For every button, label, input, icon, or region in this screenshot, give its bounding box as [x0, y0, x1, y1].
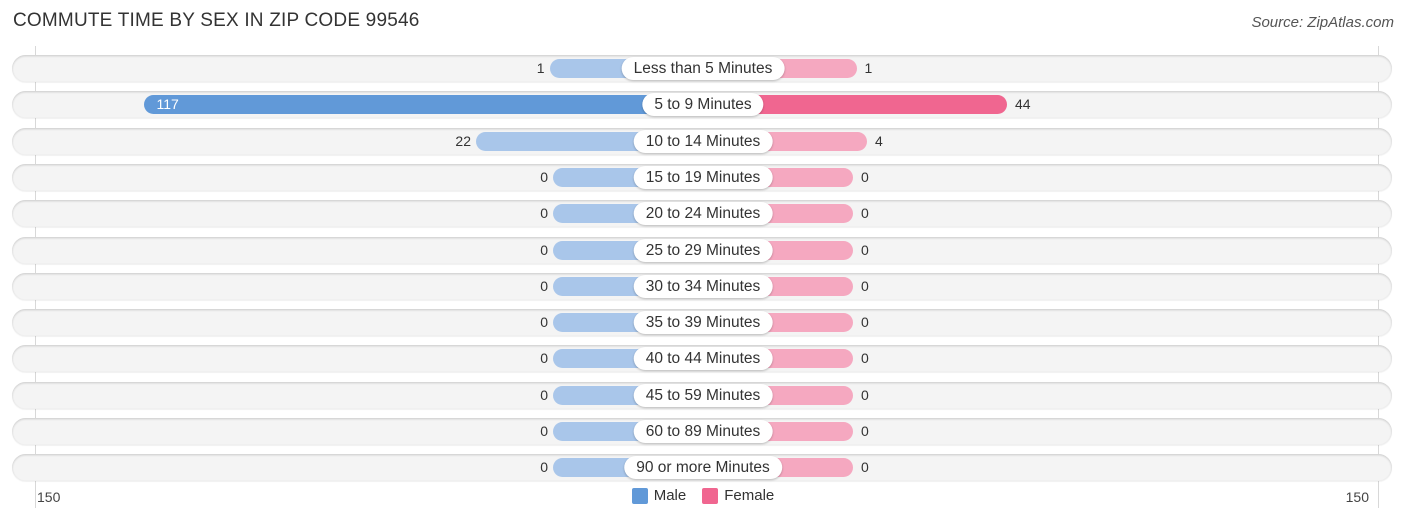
category-label: 35 to 39 Minutes [633, 311, 773, 335]
category-label: 60 to 89 Minutes [633, 420, 773, 443]
category-label: 30 to 34 Minutes [633, 274, 773, 298]
value-label-male: 117 [156, 96, 179, 113]
category-label: 5 to 9 Minutes [642, 93, 764, 117]
legend-item-female[interactable]: Female [702, 487, 774, 504]
value-label-female: 44 [1015, 96, 1031, 113]
legend-item-male[interactable]: Male [631, 487, 687, 504]
value-label-female: 0 [861, 350, 869, 367]
legend-swatch-male [631, 487, 648, 504]
value-label-female: 0 [861, 168, 869, 185]
value-label-female: 0 [861, 277, 869, 294]
category-label: 40 to 44 Minutes [633, 347, 773, 371]
value-label-female: 0 [861, 459, 869, 476]
legend-label-male: Male [653, 487, 687, 504]
value-label-male: 22 [455, 132, 471, 149]
value-label-male: 0 [540, 423, 548, 439]
category-label: 25 to 29 Minutes [633, 238, 773, 262]
value-label-male: 0 [540, 459, 548, 476]
chart-title: COMMUTE TIME BY SEX IN ZIP CODE 99546 [13, 10, 420, 31]
value-label-female: 0 [861, 314, 869, 331]
legend-swatch-female [702, 487, 719, 504]
value-label-male: 0 [540, 277, 548, 294]
value-label-male: 0 [540, 241, 548, 258]
category-label: 10 to 14 Minutes [633, 129, 773, 153]
value-label-female: 4 [875, 132, 883, 149]
bar-male[interactable] [143, 95, 703, 115]
value-label-female: 0 [861, 423, 869, 439]
category-label: Less than 5 Minutes [621, 57, 785, 80]
value-label-male: 0 [540, 168, 548, 185]
source-credit: Source: ZipAtlas.com [1251, 14, 1394, 31]
value-label-female: 0 [861, 241, 869, 258]
category-label: 20 to 24 Minutes [633, 202, 773, 226]
value-label-male: 0 [540, 350, 548, 367]
value-label-female: 0 [861, 386, 869, 403]
value-label-male: 1 [536, 60, 545, 76]
legend-label-female: Female [724, 487, 775, 504]
category-label: 45 to 59 Minutes [633, 383, 773, 407]
value-label-male: 0 [540, 386, 548, 403]
category-label: 90 or more Minutes [624, 456, 782, 480]
value-label-male: 0 [540, 314, 548, 331]
value-label-female: 0 [861, 205, 869, 222]
legend: Male Female [0, 487, 1406, 504]
category-label: 15 to 19 Minutes [633, 165, 773, 189]
value-label-male: 0 [540, 205, 548, 222]
value-label-female: 1 [864, 60, 873, 76]
